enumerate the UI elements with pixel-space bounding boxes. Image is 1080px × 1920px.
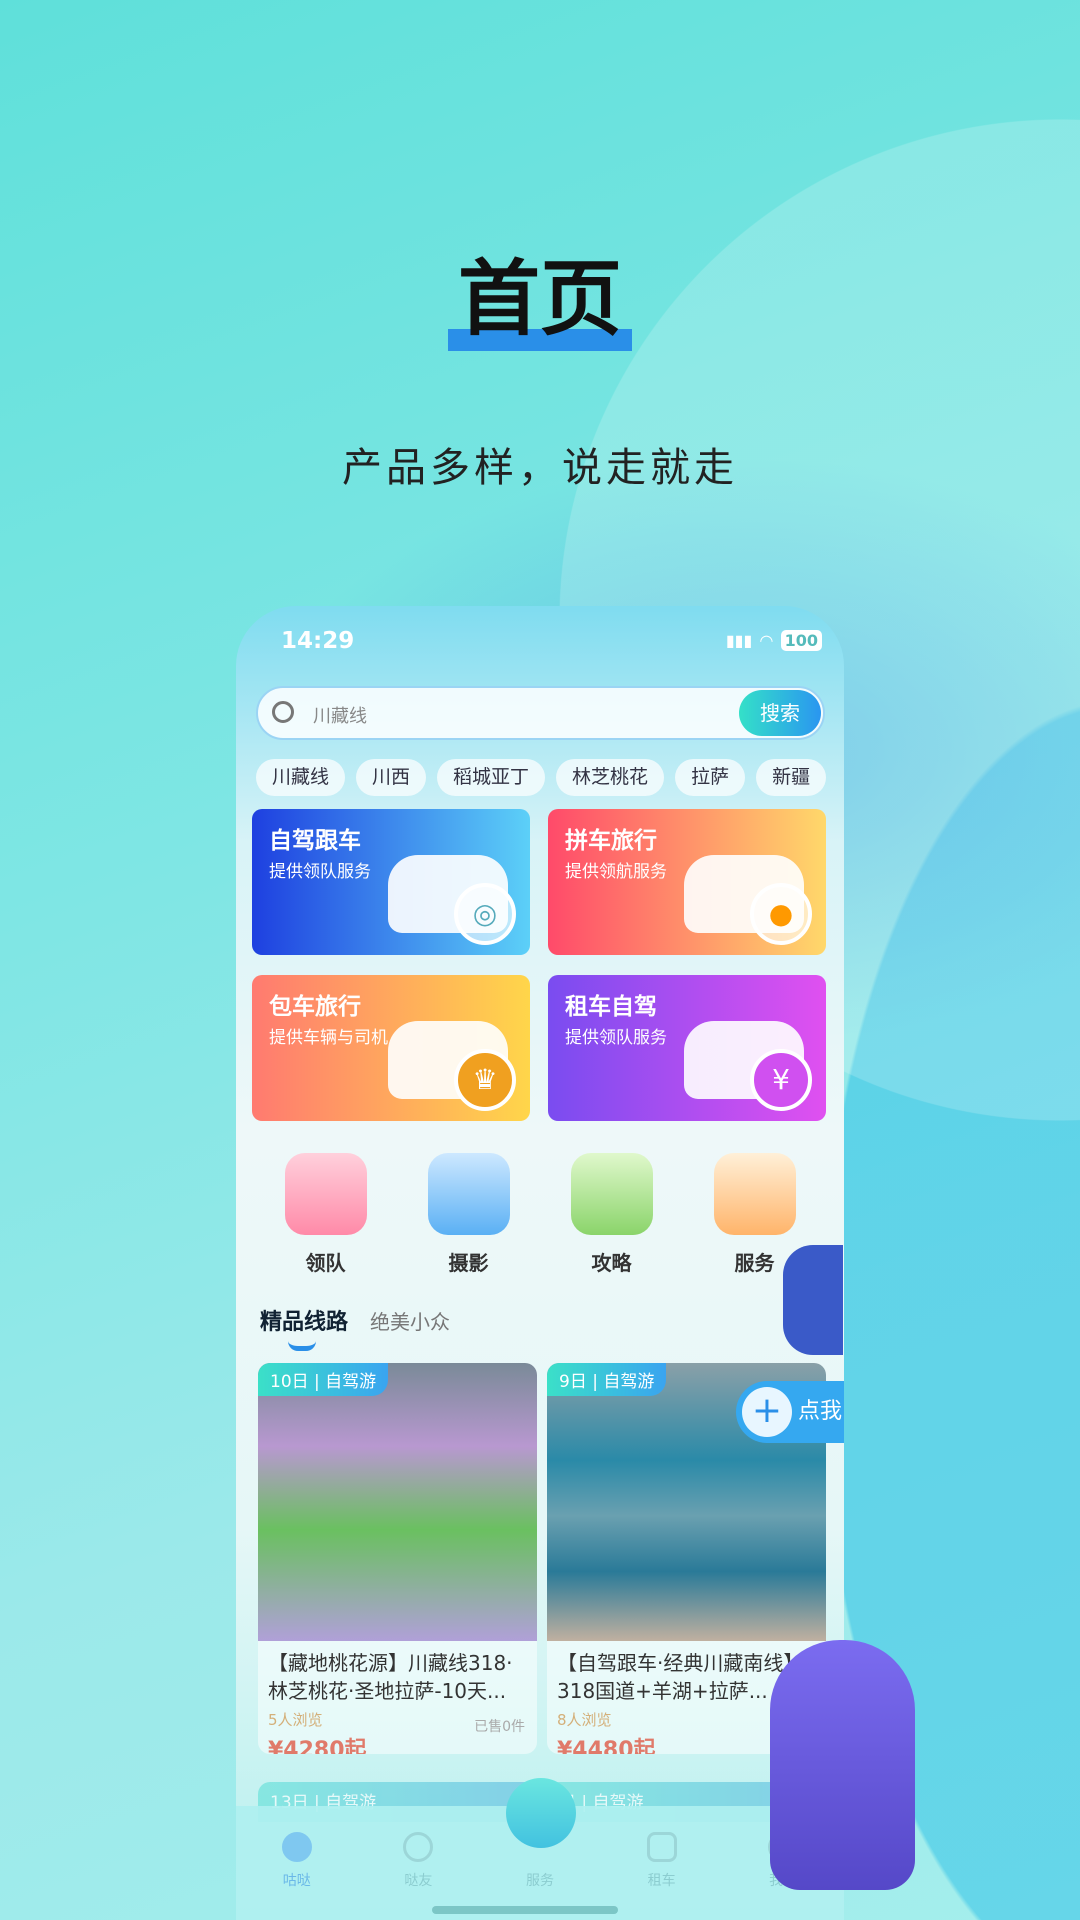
battery-icon: 100 [780, 630, 822, 651]
keyword-chip[interactable]: 川藏线 [256, 759, 346, 796]
wifi-icon: ◠ [760, 631, 773, 650]
search-button[interactable]: 搜索 [739, 690, 821, 736]
product-card[interactable]: 10日 | 自驾游 【藏地桃花源】川藏线318·林芝桃花·圣地拉萨-10天...… [258, 1363, 537, 1754]
quick-photo[interactable]: 摄影 [409, 1153, 529, 1276]
tab-niche[interactable]: 绝美小众 [370, 1306, 450, 1335]
product-tag: 9日 | 自驾游 [547, 1363, 667, 1396]
service-card-carpool[interactable]: 拼车旅行 提供领航服务 ● [548, 809, 826, 955]
document-icon [713, 1153, 796, 1235]
bird-icon [281, 1832, 312, 1862]
steering-wheel-icon: ◎ [454, 883, 516, 945]
keyword-chip[interactable]: 林芝桃花 [556, 759, 665, 796]
mascot-illustration [783, 1245, 843, 1355]
search-icon [272, 701, 294, 723]
status-icons: ▮▮▮ ◠ 100 [726, 630, 822, 651]
product-name: 【藏地桃花源】川藏线318·林芝桃花·圣地拉萨-10天... [268, 1651, 513, 1703]
id-card-icon [284, 1153, 367, 1235]
car-icon [646, 1832, 677, 1862]
yuan-icon: ¥ [750, 1049, 812, 1111]
page-subtitle: 产品多样，说走就走 [342, 445, 738, 491]
chat-icon [403, 1832, 434, 1862]
phone-screen: 14:29 ▮▮▮ ◠ 100 川藏线 搜索 川藏线 川西 稻城亚丁 林芝桃花 拉萨… [236, 606, 844, 1920]
quick-leader[interactable]: 领队 [266, 1153, 386, 1276]
route-tabs: 精品线路 绝美小众 [260, 1304, 450, 1336]
mascot-illustration [770, 1640, 915, 1890]
service-card-charter[interactable]: 包车旅行 提供车辆与司机 ♛ [252, 975, 530, 1121]
tab-indicator [288, 1341, 316, 1351]
video-icon [427, 1153, 510, 1235]
search-bar[interactable]: 川藏线 搜索 [256, 686, 825, 740]
quick-guide[interactable]: 攻略 [552, 1153, 672, 1276]
keyword-chip[interactable]: 新疆 [756, 759, 827, 796]
signal-icon: ▮▮▮ [725, 631, 753, 650]
person-icon: ● [750, 883, 812, 945]
page-title: 首页 [0, 232, 1080, 351]
product-image [258, 1363, 537, 1641]
map-icon [570, 1153, 653, 1235]
tab-featured[interactable]: 精品线路 [260, 1304, 348, 1336]
home-indicator [432, 1906, 618, 1914]
search-input[interactable]: 川藏线 [313, 702, 367, 728]
service-card-rental[interactable]: 租车自驾 提供领队服务 ¥ [548, 975, 826, 1121]
product-tag: 10日 | 自驾游 [258, 1363, 389, 1396]
status-time: 14:29 [281, 628, 355, 654]
keyword-chip[interactable]: 拉萨 [675, 759, 746, 796]
quick-entries: 领队 摄影 攻略 服务 [236, 1153, 844, 1276]
float-add-button[interactable]: 点我 [736, 1381, 844, 1443]
crown-icon: ♛ [454, 1049, 516, 1111]
keyword-chip[interactable]: 川西 [356, 759, 427, 796]
briefcase-icon[interactable] [506, 1778, 576, 1848]
nav-rental[interactable]: 租车 [622, 1832, 702, 1920]
nav-home[interactable]: 咕哒 [257, 1832, 337, 1920]
keyword-chip[interactable]: 稻城亚丁 [437, 759, 546, 796]
hot-keywords: 川藏线 川西 稻城亚丁 林芝桃花 拉萨 新疆 [256, 759, 827, 796]
product-sold: 已售0件 [474, 1719, 525, 1735]
service-card-self-drive[interactable]: 自驾跟车 提供领队服务 ◎ [252, 809, 530, 955]
